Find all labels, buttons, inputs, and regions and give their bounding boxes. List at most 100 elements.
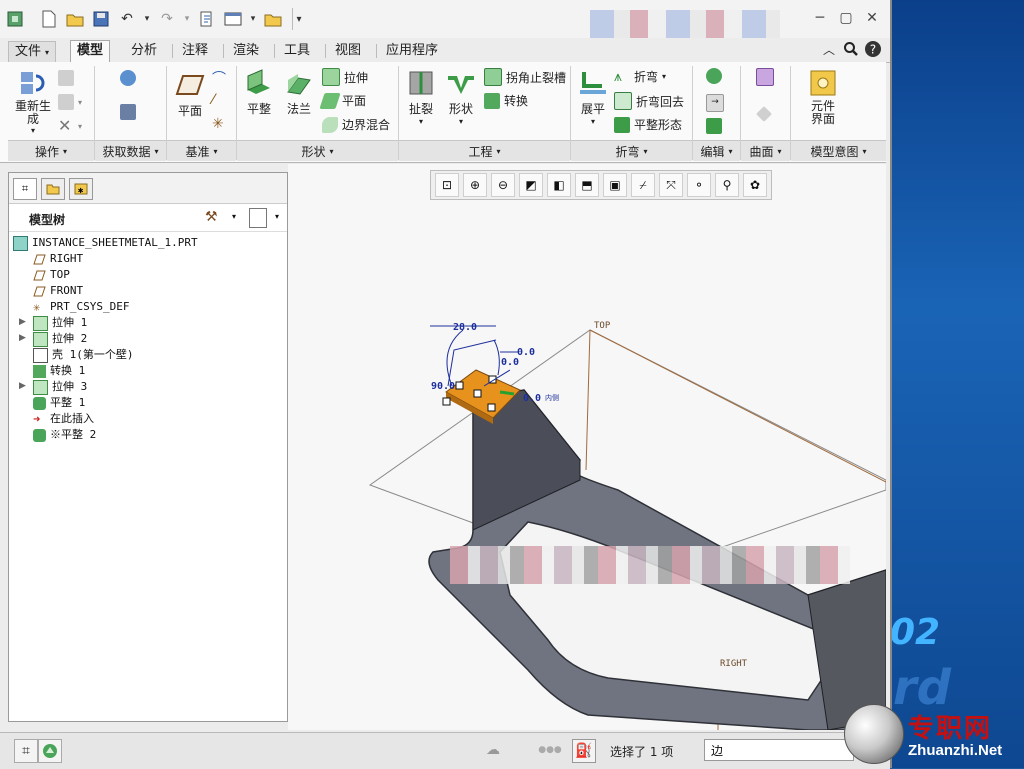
new-icon[interactable] bbox=[38, 8, 60, 30]
folder-browser-tab-icon[interactable] bbox=[41, 178, 65, 200]
minimize-ribbon-icon[interactable]: ︿ bbox=[818, 38, 840, 60]
tree-item-extrude-1[interactable]: 拉伸 1 bbox=[33, 315, 87, 331]
boundary-blend-button[interactable]: 边界混合 bbox=[322, 116, 390, 133]
copy-button[interactable] bbox=[58, 70, 78, 86]
edit-merge-button[interactable]: → bbox=[706, 94, 728, 112]
tree-item-extrude-3[interactable]: 拉伸 3 bbox=[33, 379, 87, 395]
message-icon[interactable]: ☁ bbox=[482, 739, 504, 761]
selection-filter[interactable]: 边 bbox=[704, 739, 854, 761]
settings-dropdown-icon[interactable]: ▾ bbox=[232, 212, 236, 221]
tree-item-csys[interactable]: ✳ PRT_CSYS_DEF bbox=[33, 299, 129, 315]
group-editing[interactable]: 编辑 ▾ bbox=[693, 140, 740, 161]
datum-display-icon[interactable]: ⤧ bbox=[659, 173, 683, 197]
tree-item-flat-1[interactable]: 平整 1 bbox=[33, 395, 85, 411]
help-icon[interactable]: ? bbox=[862, 38, 884, 60]
tab-model[interactable]: 模型 bbox=[70, 40, 111, 64]
close-button[interactable]: ✕ bbox=[860, 10, 884, 26]
annotation-display-icon[interactable]: ⚲ bbox=[715, 173, 739, 197]
flange-wall-button[interactable]: 法兰 bbox=[280, 68, 318, 117]
sketch-button[interactable]: ⌒ bbox=[212, 68, 232, 87]
convert-button[interactable]: 转换 bbox=[484, 92, 528, 109]
group-surfaces[interactable]: 曲面 ▾ bbox=[741, 140, 790, 161]
maximize-button[interactable]: ▢ bbox=[834, 10, 858, 26]
user-defined-feature-button[interactable] bbox=[120, 70, 140, 86]
tree-item-insert-here[interactable]: ➜ 在此插入 bbox=[33, 411, 94, 427]
undo-dropdown-icon[interactable]: ▾ bbox=[142, 8, 152, 30]
freestyle-button[interactable] bbox=[756, 68, 778, 86]
customize-qat-icon[interactable]: ▾ bbox=[292, 8, 305, 30]
redo-icon[interactable]: ↷ bbox=[156, 8, 178, 30]
repaint-icon[interactable]: ◩ bbox=[519, 173, 543, 197]
expand-icon[interactable]: ▶ bbox=[19, 381, 26, 391]
style-button[interactable] bbox=[756, 106, 776, 122]
group-operations[interactable]: 操作 ▾ bbox=[8, 140, 94, 161]
group-engineering[interactable]: 工程 ▾ bbox=[399, 140, 570, 161]
zoom-out-icon[interactable]: ⊖ bbox=[491, 173, 515, 197]
edit-mirror-button[interactable] bbox=[706, 68, 726, 84]
tree-item-right-plane[interactable]: RIGHT bbox=[33, 251, 83, 267]
expand-icon[interactable]: ▶ bbox=[19, 333, 26, 343]
find-icon[interactable]: ⛽ bbox=[572, 739, 596, 763]
show-options-icon[interactable] bbox=[249, 208, 267, 228]
tab-file[interactable]: 文件 ▾ bbox=[8, 41, 57, 62]
flat-pattern-button[interactable]: 平整形态 bbox=[614, 116, 682, 133]
redo-dropdown-icon[interactable]: ▾ bbox=[182, 8, 192, 30]
refit-icon[interactable]: ⊡ bbox=[435, 173, 459, 197]
tree-item-extrude-2[interactable]: 拉伸 2 bbox=[33, 331, 87, 347]
copy-geometry-button[interactable] bbox=[120, 104, 140, 120]
view-manager-icon[interactable]: ▣ bbox=[603, 173, 627, 197]
tree-item-convert-1[interactable]: 转换 1 bbox=[33, 363, 85, 379]
datum-plane-button[interactable]: 平面 bbox=[172, 70, 208, 119]
minimize-button[interactable]: ─ bbox=[808, 10, 832, 26]
tab-view[interactable]: 视图 bbox=[329, 41, 367, 61]
group-bends[interactable]: 折弯 ▾ bbox=[571, 140, 692, 161]
save-icon[interactable] bbox=[90, 8, 112, 30]
appearance-icon[interactable]: ✿ bbox=[743, 173, 767, 197]
tree-item-part[interactable]: INSTANCE_SHEETMETAL_1.PRT bbox=[13, 235, 198, 251]
datum-axis-button[interactable]: ⁄ bbox=[212, 92, 232, 108]
zoom-in-icon[interactable]: ⊕ bbox=[463, 173, 487, 197]
spin-center-icon[interactable]: ⚬ bbox=[687, 173, 711, 197]
bend-button[interactable]: ⩚ 折弯 ▾ bbox=[614, 68, 666, 85]
rip-button[interactable]: 扯裂 ▾ bbox=[402, 68, 440, 126]
tab-analysis[interactable]: 分析 bbox=[125, 41, 163, 61]
group-model-intent[interactable]: 模型意图 ▾ bbox=[791, 140, 886, 161]
model-tree-tab-icon[interactable]: ⌗ bbox=[13, 178, 37, 200]
edit-thicken-button[interactable] bbox=[706, 118, 726, 134]
search-icon[interactable] bbox=[840, 38, 862, 60]
extrude-button[interactable]: 拉伸 bbox=[322, 68, 368, 86]
tree-item-front-plane[interactable]: FRONT bbox=[33, 283, 83, 299]
datum-csys-button[interactable]: ✳ bbox=[212, 116, 232, 132]
group-datum[interactable]: 基准 ▾ bbox=[167, 140, 236, 161]
tab-applications[interactable]: 应用程序 bbox=[380, 41, 444, 61]
unbend-button[interactable]: 展平 ▾ bbox=[574, 68, 612, 126]
flat-wall-button[interactable]: 平整 bbox=[240, 68, 278, 117]
settings-icon[interactable]: ⚒ bbox=[205, 209, 218, 225]
plane-shape-button[interactable]: 平面 bbox=[319, 92, 366, 109]
undo-icon[interactable]: ↶ bbox=[116, 8, 138, 30]
tab-tools[interactable]: 工具 bbox=[278, 41, 316, 61]
tab-render[interactable]: 渲染 bbox=[227, 41, 265, 61]
tree-item-flat-2[interactable]: ※平整 2 bbox=[33, 427, 96, 443]
windows-dropdown-icon[interactable]: ▾ bbox=[248, 8, 258, 30]
app-icon[interactable] bbox=[4, 8, 26, 30]
tab-annotate[interactable]: 注释 bbox=[176, 41, 214, 61]
delete-button[interactable]: ✕ ▾ bbox=[58, 118, 82, 134]
expand-icon[interactable]: ▶ bbox=[19, 317, 26, 327]
regenerate-button[interactable]: 重新生成 ▾ bbox=[12, 68, 54, 135]
folder-icon[interactable] bbox=[262, 8, 284, 30]
section-icon[interactable]: ⌿ bbox=[631, 173, 655, 197]
show-dropdown-icon[interactable]: ▾ bbox=[275, 212, 279, 221]
navigator-toggle-icon[interactable]: ⌗ bbox=[14, 739, 38, 763]
windows-icon[interactable] bbox=[222, 8, 244, 30]
bend-back-button[interactable]: 折弯回去 bbox=[614, 92, 684, 110]
form-button[interactable]: 形状 ▾ bbox=[442, 68, 480, 126]
favorites-tab-icon[interactable]: ✱ bbox=[69, 178, 93, 200]
display-style-icon[interactable]: ◧ bbox=[547, 173, 571, 197]
saved-views-icon[interactable]: ⬒ bbox=[575, 173, 599, 197]
regenerate-icon[interactable] bbox=[196, 8, 218, 30]
tree-item-shell-1[interactable]: 壳 1(第一个壁) bbox=[33, 347, 134, 363]
group-get-data[interactable]: 获取数据 ▾ bbox=[95, 140, 166, 161]
corner-relief-button[interactable]: 拐角止裂槽 bbox=[484, 68, 566, 86]
tree-item-top-plane[interactable]: TOP bbox=[33, 267, 70, 283]
